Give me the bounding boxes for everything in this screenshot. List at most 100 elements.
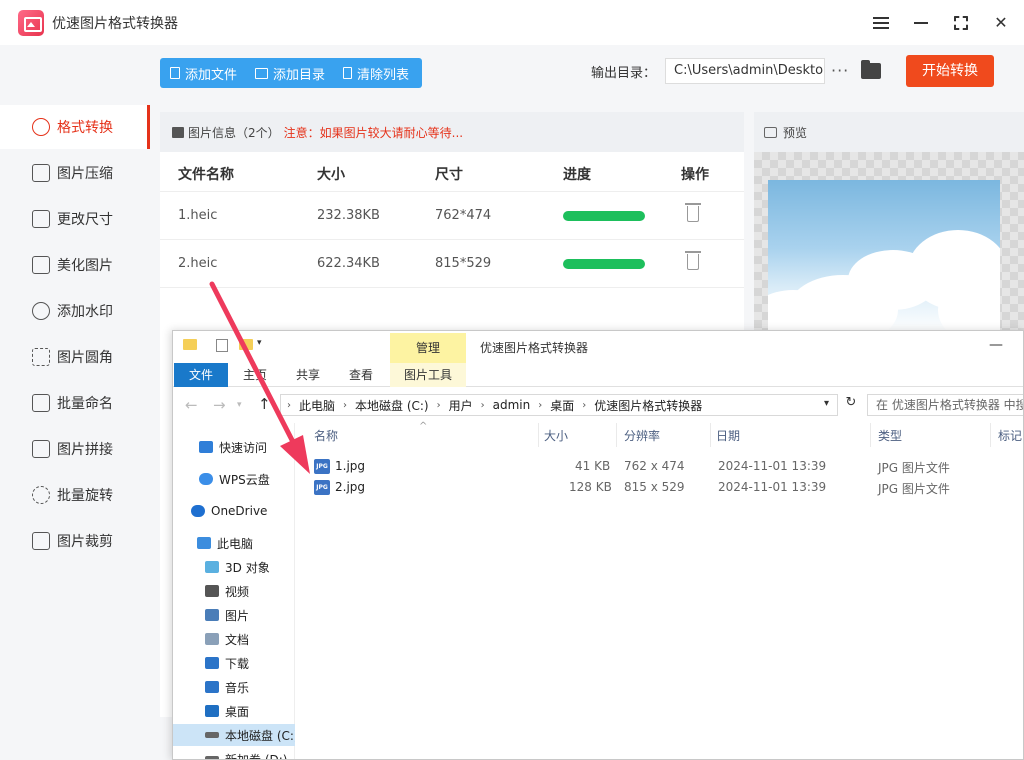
- minimize-icon[interactable]: [912, 14, 930, 32]
- add-directory-button[interactable]: 添加目录: [245, 58, 333, 88]
- nav-item-local-disk-c[interactable]: 本地磁盘 (C:): [173, 724, 295, 746]
- nav-item-this-pc[interactable]: 此电脑: [173, 532, 295, 554]
- tab-picture-tools[interactable]: 图片工具: [390, 363, 466, 387]
- sidebar-item-round-corner[interactable]: 图片圆角: [0, 335, 150, 379]
- file-resolution: 762 x 474: [624, 459, 685, 473]
- tab-file[interactable]: 文件: [174, 363, 228, 387]
- sidebar-item-crop[interactable]: 图片裁剪: [0, 519, 150, 563]
- sidebar-item-label: 图片裁剪: [57, 534, 113, 550]
- breadcrumb-item[interactable]: 用户: [449, 397, 473, 414]
- col-header-size[interactable]: 大小: [544, 427, 568, 444]
- drive-icon: [205, 732, 219, 738]
- folder-icon[interactable]: [183, 339, 197, 350]
- nav-item-new-volume-d[interactable]: 新加卷 (D:): [173, 748, 295, 759]
- chevron-down-icon[interactable]: ▾: [257, 338, 262, 348]
- breadcrumb-item[interactable]: 本地磁盘 (C:): [355, 397, 429, 414]
- add-directory-label: 添加目录: [273, 67, 326, 83]
- sidebar-item-beautify[interactable]: 美化图片: [0, 243, 150, 287]
- delete-row-icon[interactable]: [685, 203, 701, 222]
- sidebar-item-rename[interactable]: 批量命名: [0, 381, 150, 425]
- forward-arrow-icon[interactable]: →: [213, 396, 226, 414]
- nav-item-music[interactable]: 音乐: [173, 676, 295, 698]
- row-dims: 762*474: [435, 208, 492, 223]
- back-arrow-icon[interactable]: ←: [185, 396, 198, 414]
- maximize-icon[interactable]: [952, 14, 970, 32]
- more-options-button[interactable]: ···: [831, 58, 849, 84]
- manage-tab[interactable]: 管理: [390, 333, 466, 363]
- sidebar-item-resize[interactable]: 更改尺寸: [0, 197, 150, 241]
- sidebar-item-rotate[interactable]: 批量旋转: [0, 473, 150, 517]
- trash-icon: [343, 67, 353, 79]
- address-bar[interactable]: › 此电脑 › 本地磁盘 (C:) › 用户 › admin › 桌面 › 优速…: [280, 394, 838, 416]
- address-dropdown-icon[interactable]: ▾: [824, 398, 829, 409]
- sidebar-item-format-convert[interactable]: 格式转换: [0, 105, 150, 149]
- nav-item-3d-objects[interactable]: 3D 对象: [173, 556, 295, 578]
- open-folder-icon[interactable]: [861, 60, 881, 79]
- sidebar-item-compress[interactable]: 图片压缩: [0, 151, 150, 195]
- col-header-name[interactable]: 名称: [314, 427, 338, 444]
- breadcrumb-item[interactable]: 优速图片格式转换器: [594, 397, 702, 414]
- nav-item-downloads[interactable]: 下载: [173, 652, 295, 674]
- tab-home[interactable]: 主页: [235, 363, 275, 387]
- add-file-button[interactable]: 添加文件: [160, 58, 245, 88]
- nav-item-documents[interactable]: 文档: [173, 628, 295, 650]
- nav-label: WPS云盘: [219, 472, 270, 487]
- address-bar-row: ← → ▾ ↑ › 此电脑 › 本地磁盘 (C:) › 用户 › admin ›…: [173, 387, 1023, 423]
- app-title: 优速图片格式转换器: [52, 15, 178, 32]
- download-icon: [205, 657, 219, 669]
- new-folder-icon[interactable]: [239, 339, 253, 350]
- file-type: JPG 图片文件: [878, 482, 950, 496]
- output-path-field[interactable]: C:\Users\admin\Deskto: [665, 58, 825, 84]
- tab-view[interactable]: 查看: [341, 363, 381, 387]
- nav-label: 此电脑: [217, 536, 254, 551]
- table-header: 文件名称 大小 尺寸 进度 操作: [160, 152, 744, 192]
- row-name: 2.heic: [178, 256, 218, 271]
- refresh-icon[interactable]: ↻: [841, 395, 861, 415]
- start-convert-button[interactable]: 开始转换: [906, 55, 994, 87]
- sidebar-item-label: 图片拼接: [57, 442, 113, 458]
- up-arrow-icon[interactable]: ↑: [258, 395, 271, 413]
- nav-item-videos[interactable]: 视频: [173, 580, 295, 602]
- close-icon[interactable]: ✕: [992, 13, 1010, 32]
- sidebar-item-stitch[interactable]: 图片拼接: [0, 427, 150, 471]
- nav-item-pictures[interactable]: 图片: [173, 604, 295, 626]
- nav-item-onedrive[interactable]: OneDrive: [173, 500, 295, 522]
- breadcrumb-item[interactable]: 此电脑: [299, 397, 335, 414]
- breadcrumb-item[interactable]: admin: [493, 398, 531, 412]
- nav-item-desktop[interactable]: 桌面: [173, 700, 295, 722]
- file-size: 41 KB: [575, 459, 611, 473]
- col-header-date[interactable]: 日期: [716, 427, 740, 444]
- nav-item-quick-access[interactable]: 快速访问: [173, 436, 295, 458]
- app-titlebar: 优速图片格式转换器 ✕: [0, 0, 1024, 45]
- rotate-icon: [32, 486, 50, 504]
- chevron-down-icon[interactable]: ▾: [237, 400, 242, 410]
- folder-icon: [255, 67, 269, 79]
- sidebar: 格式转换 图片压缩 更改尺寸 美化图片 添加水印 图片圆角 批量命名 图片拼接 …: [0, 45, 150, 760]
- nav-item-wps-cloud[interactable]: WPS云盘: [173, 468, 295, 490]
- table-row: 2.heic 622.34KB 815*529: [160, 240, 744, 288]
- round-corner-icon: [32, 348, 50, 366]
- col-header-resolution[interactable]: 分辨率: [624, 427, 660, 444]
- file-list-item[interactable]: JPG 1.jpg 41 KB 762 x 474 2024-11-01 13:…: [301, 456, 1023, 477]
- clear-list-button[interactable]: 清除列表: [333, 58, 417, 88]
- preview-title: 预览: [783, 125, 808, 140]
- sidebar-item-watermark[interactable]: 添加水印: [0, 289, 150, 333]
- menu-icon[interactable]: [872, 14, 890, 32]
- file-list-item[interactable]: JPG 2.jpg 128 KB 815 x 529 2024-11-01 13…: [301, 477, 1023, 498]
- nav-label: 3D 对象: [225, 560, 270, 575]
- search-input[interactable]: 在 优速图片格式转换器 中搜: [867, 394, 1023, 416]
- image-icon: [172, 126, 184, 138]
- explorer-minimize-button[interactable]: —: [989, 337, 1003, 353]
- breadcrumb-item[interactable]: 桌面: [550, 397, 574, 414]
- delete-row-icon[interactable]: [685, 251, 701, 270]
- col-header-type[interactable]: 类型: [878, 427, 902, 444]
- toolbar-button-group: 添加文件 添加目录 清除列表: [160, 58, 422, 88]
- compress-icon: [32, 164, 50, 182]
- col-header-tags[interactable]: 标记: [998, 427, 1022, 444]
- file-info-title: 图片信息（2个）: [188, 125, 280, 140]
- computer-icon: [197, 537, 211, 549]
- picture-icon: [205, 609, 219, 621]
- tab-share[interactable]: 共享: [288, 363, 328, 387]
- properties-icon[interactable]: [216, 339, 228, 352]
- video-icon: [205, 585, 219, 597]
